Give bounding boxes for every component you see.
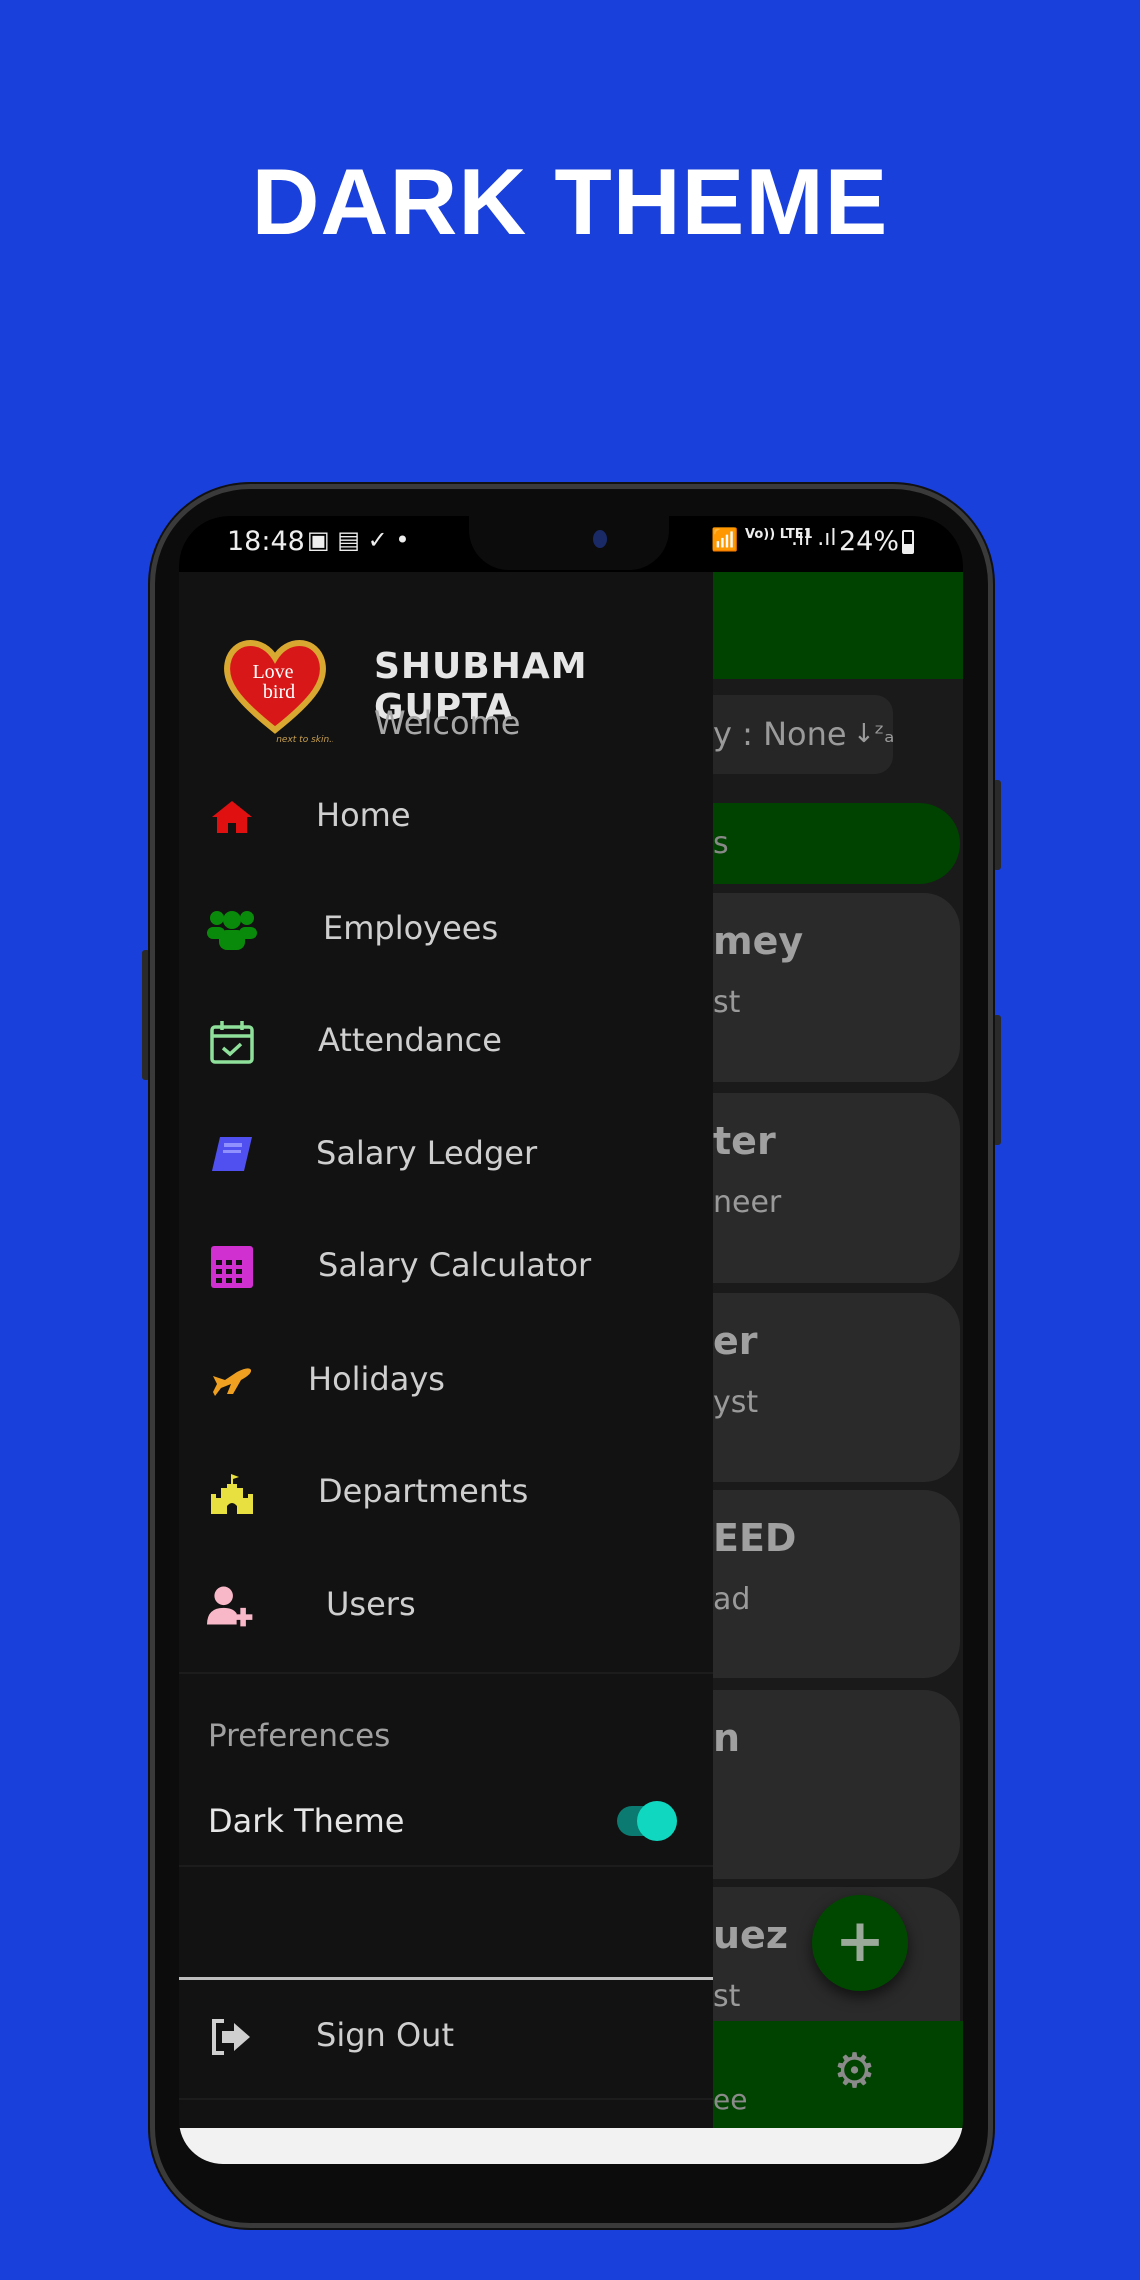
phone-side-button (993, 1015, 1001, 1145)
settings-gears-icon[interactable]: ⚙ (833, 2043, 876, 2099)
sort-button[interactable]: y : None ↓ᶻₐ (713, 695, 895, 774)
phone-side-button (993, 780, 1001, 870)
sort-za-icon: ↓ᶻₐ (853, 719, 895, 749)
svg-text:bird: bird (263, 681, 295, 703)
menu-item-label: Salary Calculator (318, 1246, 592, 1284)
company-logo: Love bird next to skin... (217, 630, 338, 746)
menu-item-holidays[interactable]: Holidays (179, 1336, 713, 1426)
svg-text:Love: Love (252, 661, 293, 683)
filter-pill[interactable]: s (713, 803, 960, 884)
user-plus-icon (207, 1583, 257, 1629)
divider (179, 2098, 713, 2100)
bottom-nav: ee ⚙ (713, 2021, 963, 2128)
castle-icon (207, 1470, 257, 1516)
divider (179, 1672, 713, 1674)
phone-side-button (142, 950, 150, 1080)
employee-card[interactable]: EED ad (713, 1490, 960, 1678)
preferences-heading: Preferences (208, 1718, 391, 1754)
employee-card[interactable]: n (713, 1690, 960, 1879)
sign-out-icon (207, 2014, 257, 2060)
bottom-nav-label: ee (713, 2083, 748, 2116)
divider (179, 1865, 713, 1867)
menu-item-users[interactable]: Users (179, 1561, 713, 1651)
sort-label: y : None (713, 715, 847, 753)
employee-role: st (713, 985, 741, 1020)
employee-role: st (713, 1979, 741, 2014)
calculator-icon (207, 1244, 257, 1290)
dark-theme-label: Dark Theme (208, 1802, 405, 1840)
system-navigation-bar (179, 2128, 963, 2164)
toggle-thumb (637, 1801, 677, 1841)
menu-item-label: Departments (318, 1472, 529, 1510)
welcome-text: Welcome (374, 704, 521, 742)
sign-out-button[interactable]: Sign Out (179, 1992, 713, 2082)
add-employee-fab[interactable]: + (812, 1895, 908, 1991)
menu-item-label: Employees (323, 909, 499, 947)
battery-percent: 24% (839, 526, 900, 557)
book-icon (207, 1132, 257, 1178)
employee-name: er (713, 1319, 758, 1363)
camera-notch (469, 516, 669, 570)
filter-pill-label: s (713, 826, 729, 861)
cell-signal-icon: .ıl .ıl (791, 526, 837, 551)
svg-text:next to skin...: next to skin... (276, 735, 333, 745)
menu-item-label: Home (316, 796, 411, 834)
menu-item-salary-ledger[interactable]: Salary Ledger (179, 1110, 713, 1200)
menu-item-label: Salary Ledger (316, 1134, 538, 1172)
plane-icon (207, 1358, 257, 1404)
calendar-check-icon (207, 1019, 257, 1065)
employee-role: yst (713, 1385, 759, 1420)
employee-card[interactable]: er yst (713, 1293, 960, 1482)
banner-title: DARK THEME (251, 149, 889, 254)
sign-out-label: Sign Out (316, 2016, 454, 2054)
home-icon (207, 794, 257, 840)
notification-icons: ▣ ▤ ✓ • (307, 526, 410, 554)
employee-name: EED (713, 1516, 797, 1560)
status-bar: 18:48 ▣ ▤ ✓ • 📶 Vo)) LTE1 .ıl .ıl 24% (179, 516, 963, 572)
employee-name: ter (713, 1119, 776, 1163)
menu-item-label: Attendance (318, 1021, 502, 1059)
employee-card[interactable]: ter neer (713, 1093, 960, 1283)
signal-icons: 📶 (711, 528, 739, 553)
employee-name: n (713, 1716, 741, 1760)
employee-role: neer (713, 1185, 782, 1220)
menu-item-attendance[interactable]: Attendance (179, 997, 713, 1087)
menu-item-label: Holidays (308, 1360, 445, 1398)
menu-item-label: Users (326, 1585, 416, 1623)
menu-item-employees[interactable]: Employees (179, 885, 713, 975)
menu-item-home[interactable]: Home (179, 772, 713, 862)
employee-name: uez (713, 1913, 788, 1957)
camera-icon (593, 530, 607, 548)
employee-role: ad (713, 1582, 751, 1617)
navigation-drawer: Love bird next to skin... SHUBHAM GUPTA We… (179, 572, 713, 2128)
divider (179, 1977, 713, 1980)
users-group-icon (207, 907, 257, 953)
employee-name: mey (713, 919, 804, 963)
menu-item-salary-calculator[interactable]: Salary Calculator (179, 1222, 713, 1312)
employee-card[interactable]: mey st (713, 893, 960, 1082)
battery-icon (902, 530, 914, 554)
dark-theme-setting[interactable]: Dark Theme (179, 1772, 713, 1872)
dark-theme-toggle[interactable] (617, 1801, 677, 1841)
phone-screen: 18:48 ▣ ▤ ✓ • 📶 Vo)) LTE1 .ıl .ıl 24% y … (179, 516, 963, 2164)
status-time: 18:48 (227, 526, 305, 557)
app-header (713, 572, 963, 679)
menu-item-departments[interactable]: Departments (179, 1448, 713, 1538)
